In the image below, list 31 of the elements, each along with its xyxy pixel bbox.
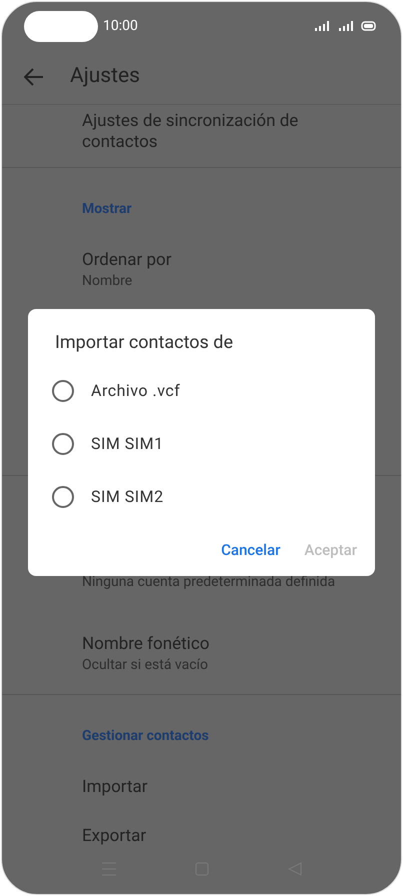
- item-title: Ajustes de sincronización de contactos: [82, 111, 300, 153]
- settings-item[interactable]: Ajustes de sincronización de contactos: [2, 105, 401, 167]
- dialog-button[interactable]: Cancelar: [221, 539, 280, 562]
- radio-button[interactable]: [52, 380, 74, 402]
- battery-icon: [361, 21, 377, 31]
- radio-option[interactable]: Archivo .vcf: [28, 364, 375, 417]
- item-subtitle: Nombre: [82, 272, 134, 291]
- settings-item[interactable]: Exportar: [2, 812, 401, 861]
- radio-option[interactable]: SIM SIM2: [28, 470, 375, 523]
- item-subtitle: Ocultar si está vacío: [82, 656, 209, 675]
- signal-icon: [315, 21, 331, 31]
- settings-item[interactable]: Nombre fonético Ocultar si está vacío: [2, 592, 401, 694]
- signal-icon: [339, 21, 355, 31]
- radio-button[interactable]: [52, 432, 74, 454]
- option-label: SIM SIM2: [91, 486, 164, 508]
- dialog-title: Importar contactos de: [54, 331, 234, 355]
- item-title: Ordenar por: [82, 250, 173, 271]
- section-header: Gestionar contactos: [82, 728, 209, 744]
- status-time: 10:00: [103, 16, 138, 36]
- radio-option[interactable]: SIM SIM1: [28, 417, 375, 470]
- radio-button[interactable]: [52, 486, 74, 508]
- section-header: Mostrar: [82, 201, 132, 217]
- item-title: Nombre fonético: [82, 634, 210, 655]
- settings-item[interactable]: Ordenar por Nombre: [2, 236, 401, 305]
- back-arrow-icon[interactable]: [24, 68, 44, 86]
- option-label: SIM SIM1: [91, 432, 164, 454]
- item-title: Exportar: [82, 826, 148, 847]
- settings-item[interactable]: Importar: [2, 763, 401, 812]
- item-title: Importar: [82, 777, 149, 798]
- option-label: Archivo .vcf: [91, 380, 180, 402]
- page-title: Ajustes: [70, 63, 140, 90]
